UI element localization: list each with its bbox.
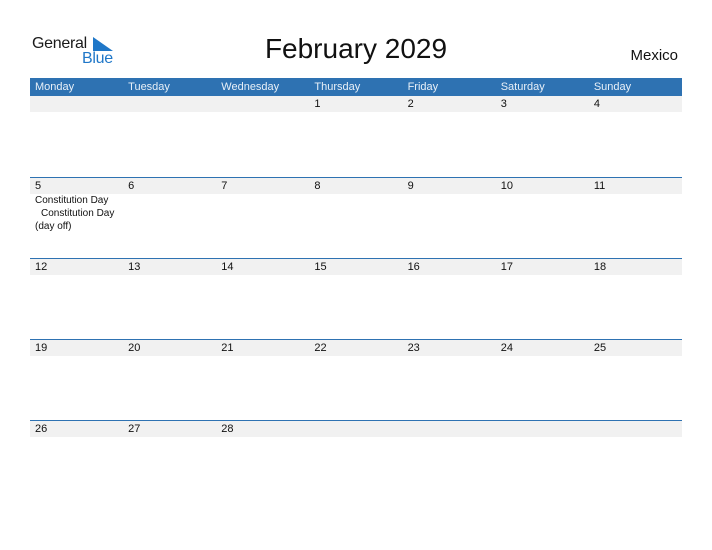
weekday-sunday: Sunday	[593, 81, 632, 93]
day-cell: 14	[221, 261, 234, 273]
day-cell: 12	[35, 261, 48, 273]
day-cell: 28	[221, 423, 234, 435]
day-cell: 8	[314, 180, 321, 192]
day-cell: 15	[314, 261, 327, 273]
weekday-saturday: Saturday	[500, 81, 545, 93]
event-label: Constitution Day	[41, 208, 115, 219]
event-label: (day off)	[35, 221, 72, 232]
weekday-thursday: Thursday	[314, 81, 361, 93]
day-cell: 19	[35, 342, 48, 354]
day-cell	[496, 421, 589, 437]
calendar-grid: Monday Tuesday Wednesday Thursday Friday…	[30, 78, 682, 501]
week-row: 26 27 28	[30, 420, 682, 501]
week-row: 1 2 3 4	[30, 96, 682, 177]
weekday-friday: Friday	[407, 81, 439, 93]
country-label: Mexico	[630, 47, 678, 64]
weekday-monday: Monday	[35, 81, 75, 93]
weekday-wednesday: Wednesday	[221, 81, 280, 93]
event-label: Constitution Day	[35, 195, 109, 206]
day-cell	[403, 421, 496, 437]
day-cell: 11	[593, 180, 606, 192]
day-cell: 5	[35, 180, 42, 192]
page-title: February 2029	[264, 33, 448, 64]
day-cell: 21	[221, 342, 234, 354]
day-cell: 10	[500, 180, 513, 192]
day-cell: 25	[593, 342, 607, 354]
day-cell: 23	[407, 342, 420, 354]
day-cell: 7	[221, 180, 228, 192]
day-cell: 1	[314, 98, 321, 110]
event-list: Constitution Day Constitution Day (day o…	[30, 194, 123, 233]
day-cell: 9	[407, 180, 414, 192]
day-cell	[30, 96, 123, 112]
week-row: 19 20 21 22 23 24 25	[30, 339, 682, 420]
day-cell: 26	[35, 423, 48, 435]
weekday-header: Monday Tuesday Wednesday Thursday Friday…	[30, 78, 682, 96]
day-cell	[123, 96, 216, 112]
day-cell: 6	[128, 180, 135, 192]
day-cell: 22	[314, 342, 327, 354]
day-cell	[216, 96, 309, 112]
day-cell: 16	[407, 261, 420, 273]
day-cell: 17	[500, 261, 513, 273]
day-cell	[309, 421, 402, 437]
weekday-tuesday: Tuesday	[128, 81, 170, 93]
day-cell: 13	[128, 261, 141, 273]
day-cell	[589, 421, 682, 437]
day-cell: 2	[407, 98, 414, 110]
day-cell: 18	[593, 261, 607, 273]
day-cell: 20	[128, 342, 141, 354]
week-row: 12 13 14 15 16 17 18	[30, 258, 682, 339]
day-cell: 27	[128, 423, 141, 435]
day-cell: 4	[593, 98, 600, 110]
day-cell: 24	[500, 342, 513, 354]
week-row: 5 6 7 8 9 10 11 Constitution Day Constit…	[30, 177, 682, 258]
day-cell: 3	[500, 98, 507, 110]
